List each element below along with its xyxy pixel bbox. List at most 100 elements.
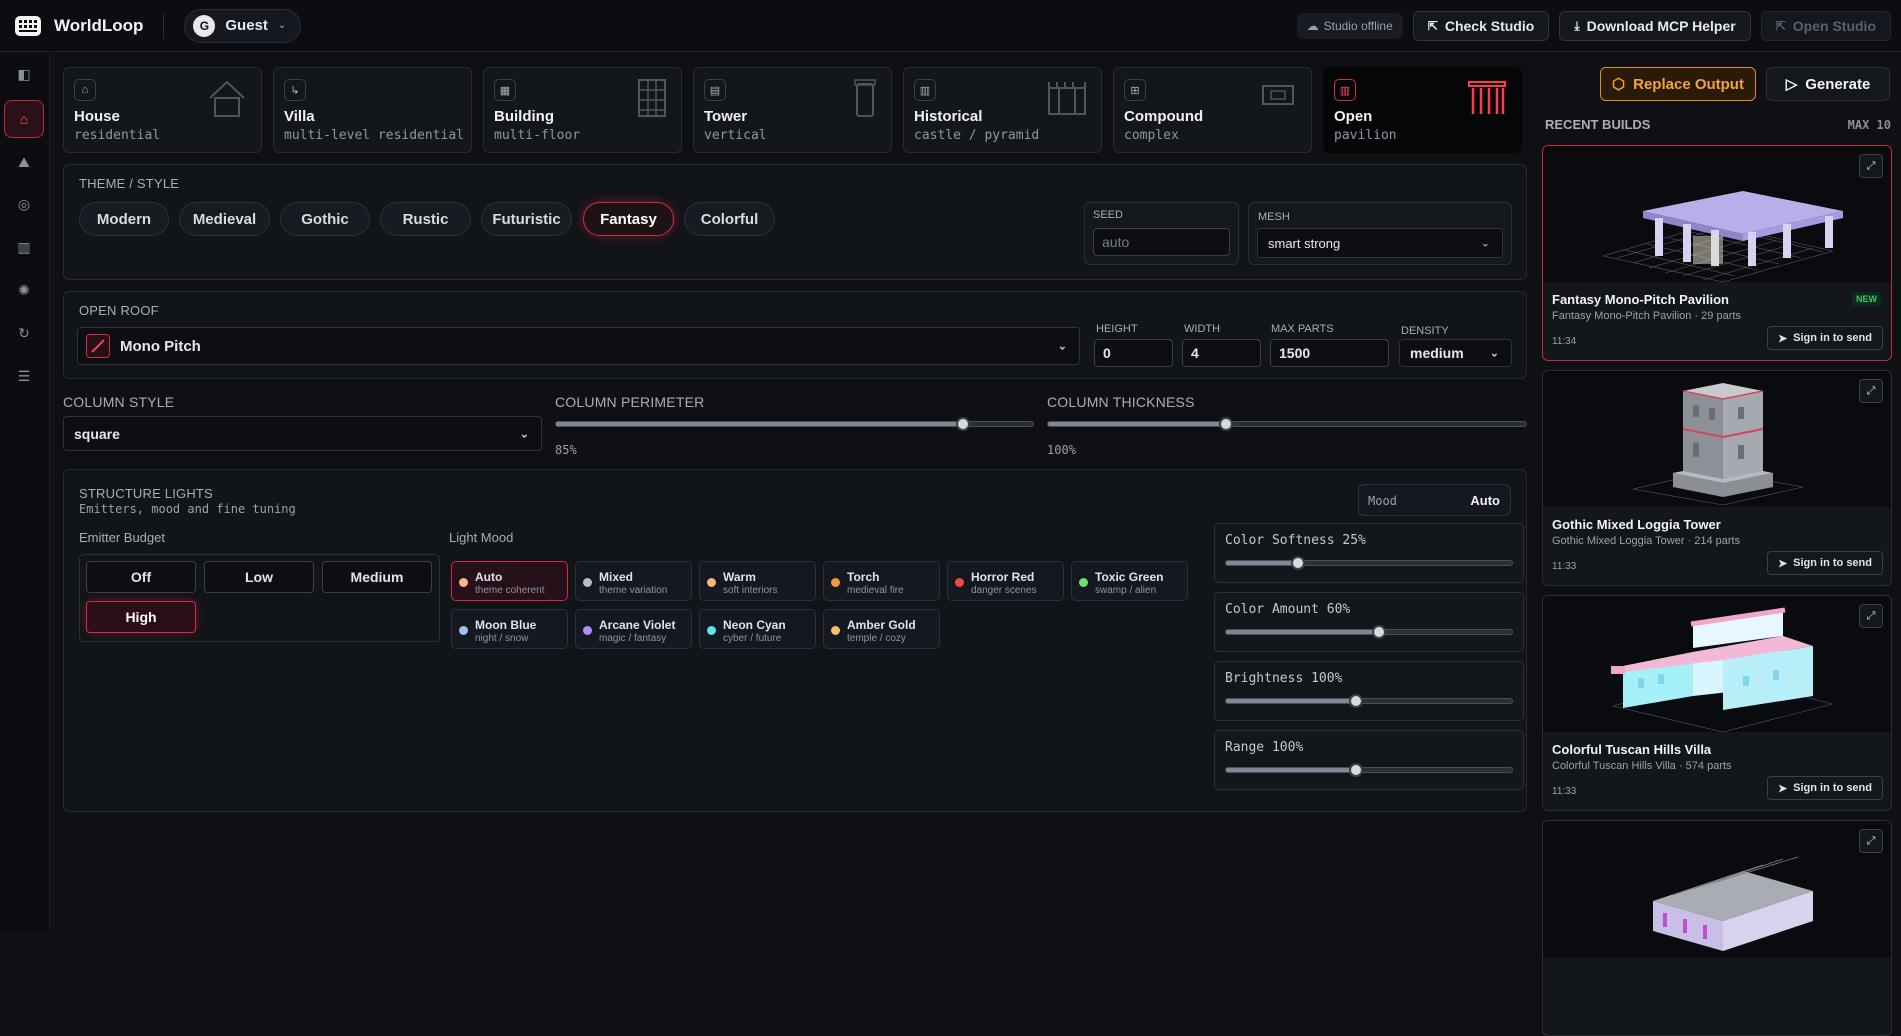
column-style-select[interactable]: square ⌄ bbox=[63, 416, 542, 451]
slider-handle[interactable] bbox=[1291, 556, 1305, 570]
light-mood-amber-gold[interactable]: Amber Gold temple / cozy bbox=[823, 609, 940, 649]
color-dot-icon bbox=[459, 626, 468, 635]
sun-icon: ✺ bbox=[18, 281, 30, 298]
type-card-historical[interactable]: ▥ Historical castle / pyramid bbox=[903, 67, 1102, 153]
theme-pill-futuristic[interactable]: Futuristic bbox=[481, 202, 572, 236]
seed-input[interactable]: auto bbox=[1093, 228, 1230, 256]
slider-handle[interactable] bbox=[956, 417, 971, 431]
expand-icon[interactable]: ⤢ bbox=[1859, 154, 1883, 178]
column-thickness-slider[interactable] bbox=[1047, 417, 1527, 431]
theme-pill-medieval[interactable]: Medieval bbox=[179, 202, 270, 236]
light-mood-torch[interactable]: Torch medieval fire bbox=[823, 561, 940, 601]
house-illustration bbox=[209, 80, 245, 117]
height-input[interactable]: 0 bbox=[1094, 339, 1173, 367]
budget-low-button[interactable]: Low bbox=[204, 561, 314, 593]
user-menu-button[interactable]: G Guest ⌄ bbox=[184, 8, 302, 43]
column-thickness-value: 100% bbox=[1047, 443, 1076, 457]
type-card-tower[interactable]: ▤ Tower vertical bbox=[693, 67, 892, 153]
color-dot-icon bbox=[459, 578, 468, 587]
app-logo[interactable]: WorldLoop bbox=[14, 14, 143, 38]
mood-toggle[interactable]: Mood Auto bbox=[1358, 484, 1511, 516]
build-thumbnail bbox=[1543, 596, 1891, 733]
density-select[interactable]: medium ⌄ bbox=[1399, 339, 1512, 367]
theme-pill-colorful[interactable]: Colorful bbox=[684, 202, 775, 236]
sidebar-item-terrain[interactable]: ⛰ bbox=[4, 143, 44, 181]
tuning-slider-box: Color Softness 25% bbox=[1214, 523, 1524, 583]
sidebar-item-build[interactable]: ⌂ bbox=[4, 100, 44, 138]
light-mood-moon-blue[interactable]: Moon Blue night / snow bbox=[451, 609, 568, 649]
seed-field-box: SEED auto bbox=[1084, 202, 1239, 265]
historical-icon: ▥ bbox=[914, 79, 936, 101]
lights-subtitle: Emitters, mood and fine tuning bbox=[79, 502, 296, 516]
theme-pill-fantasy[interactable]: Fantasy bbox=[583, 202, 674, 236]
tuning-slider[interactable] bbox=[1225, 694, 1513, 708]
column-perimeter-label: COLUMN PERIMETER bbox=[555, 394, 705, 410]
send-icon: ➤ bbox=[1777, 332, 1788, 345]
download-mcp-helper-button[interactable]: ⤓ Download MCP Helper bbox=[1559, 11, 1751, 41]
theme-pill-rustic[interactable]: Rustic bbox=[380, 202, 471, 236]
theme-pill-modern[interactable]: Modern bbox=[79, 202, 169, 236]
compound-icon: ⊞ bbox=[1124, 79, 1146, 101]
sidebar-item-map[interactable]: ▥ bbox=[4, 228, 44, 266]
light-mood-horror-red[interactable]: Horror Red danger scenes bbox=[947, 561, 1064, 601]
expand-icon[interactable]: ⤢ bbox=[1859, 604, 1883, 628]
chevron-down-icon: ⌄ bbox=[277, 20, 287, 31]
check-studio-button[interactable]: ⇱ Check Studio bbox=[1412, 11, 1550, 41]
sidebar-toggle-icon[interactable]: ◧ bbox=[4, 55, 44, 93]
download-icon: ⤓ bbox=[1574, 18, 1580, 33]
mesh-field-box: MESH smart strong ⌄ bbox=[1248, 202, 1512, 265]
light-mood-auto[interactable]: Auto theme coherent bbox=[451, 561, 568, 601]
tuning-slider[interactable] bbox=[1225, 556, 1513, 570]
replace-output-button[interactable]: ⬡ Replace Output bbox=[1600, 67, 1756, 101]
light-mood-neon-cyan[interactable]: Neon Cyan cyber / future bbox=[699, 609, 816, 649]
light-mood-arcane-violet[interactable]: Arcane Violet magic / fantasy bbox=[575, 609, 692, 649]
building-icon: ▦ bbox=[494, 79, 516, 101]
light-mood-warm[interactable]: Warm soft interiors bbox=[699, 561, 816, 601]
sidebar-item-settings[interactable]: ☰ bbox=[4, 357, 44, 395]
color-dot-icon bbox=[1079, 578, 1088, 587]
sign-in-to-send-button[interactable]: ➤ Sign in to send bbox=[1766, 326, 1883, 350]
type-card-open[interactable]: ▥ Open pavilion bbox=[1323, 67, 1522, 153]
slider-handle[interactable] bbox=[1218, 417, 1233, 431]
new-badge: NEW bbox=[1852, 292, 1881, 306]
slider-handle[interactable] bbox=[1348, 694, 1363, 708]
column-perimeter-slider[interactable] bbox=[555, 417, 1034, 431]
generate-button[interactable]: ▷ Generate bbox=[1766, 67, 1890, 101]
tuning-slider[interactable] bbox=[1225, 763, 1513, 777]
max-parts-input[interactable]: 1500 bbox=[1270, 339, 1389, 367]
build-card[interactable]: ⤢ Fantasy Mono-Pitch Pavilion NEW Fantas… bbox=[1542, 145, 1892, 361]
sliders-icon: ☰ bbox=[17, 367, 31, 384]
budget-medium-button[interactable]: Medium bbox=[322, 561, 432, 593]
type-card-building[interactable]: ▦ Building multi-floor bbox=[483, 67, 682, 153]
sidebar-item-scan[interactable]: ◎ bbox=[4, 185, 44, 223]
theme-pill-gothic[interactable]: Gothic bbox=[280, 202, 370, 236]
sign-in-to-send-button[interactable]: ➤ Sign in to send bbox=[1766, 776, 1883, 800]
sidebar: ◧ ⌂ ⛰ ◎ ▥ ✺ ↻ ☰ bbox=[0, 53, 50, 932]
slider-handle[interactable] bbox=[1371, 625, 1386, 639]
build-card[interactable]: ⤢ Colorful Tuscan Hills Villa Colorful T… bbox=[1542, 595, 1892, 811]
roof-select[interactable]: Mono Pitch ⌄ bbox=[77, 327, 1080, 365]
sidebar-item-refresh[interactable]: ↻ bbox=[4, 314, 44, 352]
expand-icon[interactable]: ⤢ bbox=[1859, 829, 1883, 853]
external-link-icon: ⇱ bbox=[1775, 19, 1786, 33]
type-card-villa[interactable]: ↳ Villa multi-level residential bbox=[273, 67, 472, 153]
type-card-house[interactable]: ⌂ House residential bbox=[63, 67, 262, 153]
budget-high-button[interactable]: High bbox=[86, 601, 196, 633]
slider-handle[interactable] bbox=[1348, 763, 1363, 777]
mesh-select[interactable]: smart strong ⌄ bbox=[1257, 228, 1503, 258]
budget-off-button[interactable]: Off bbox=[86, 561, 196, 593]
expand-icon[interactable]: ⤢ bbox=[1859, 379, 1883, 403]
sidebar-item-lighting[interactable]: ✺ bbox=[4, 271, 44, 309]
slider-fill bbox=[556, 422, 964, 426]
width-input[interactable]: 4 bbox=[1182, 339, 1261, 367]
roof-panel: OPEN ROOF Mono Pitch ⌄ HEIGHT 0 WIDTH 4 … bbox=[63, 291, 1527, 379]
tuning-slider[interactable] bbox=[1225, 625, 1513, 639]
light-mood-mixed[interactable]: Mixed theme variation bbox=[575, 561, 692, 601]
light-mood-toxic-green[interactable]: Toxic Green swamp / alien bbox=[1071, 561, 1188, 601]
open-studio-button[interactable]: ⇱ Open Studio bbox=[1760, 11, 1891, 41]
build-card[interactable]: ⤢ bbox=[1542, 820, 1892, 1036]
sign-in-to-send-button[interactable]: ➤ Sign in to send bbox=[1766, 551, 1883, 575]
type-card-compound[interactable]: ⊞ Compound complex bbox=[1113, 67, 1312, 153]
color-dot-icon bbox=[583, 578, 592, 587]
build-card[interactable]: ⤢ Gothic Mixed Loggia Tower Gothic Mixed… bbox=[1542, 370, 1892, 586]
